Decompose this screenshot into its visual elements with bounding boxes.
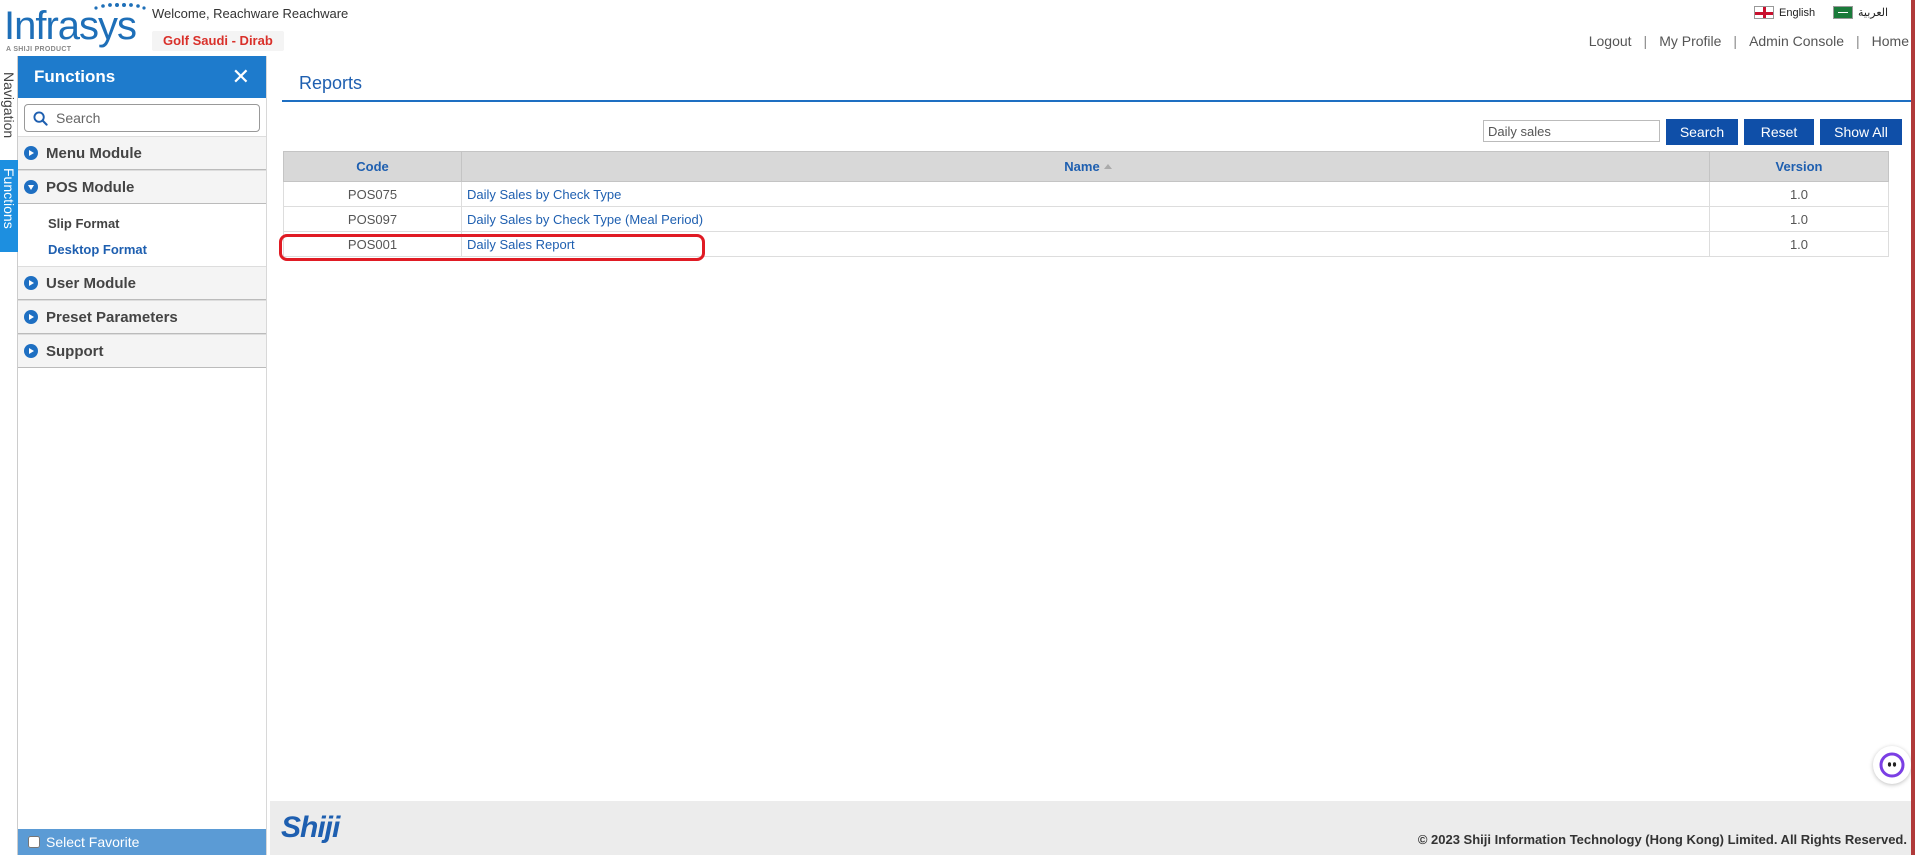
table-row[interactable]: POS001 Daily Sales Report 1.0 bbox=[283, 231, 1889, 257]
sort-ascending-icon bbox=[1103, 164, 1112, 169]
sidebar-search bbox=[24, 104, 260, 132]
functions-sidebar: Functions ✕ Menu Module POS Module Slip … bbox=[18, 56, 267, 855]
expand-arrow-icon bbox=[24, 146, 38, 160]
flag-uk-icon bbox=[1754, 6, 1774, 19]
infrasys-logo[interactable]: Infrasys A SHIJI PRODUCT bbox=[4, 2, 150, 54]
sidebar-header: Functions ✕ bbox=[18, 56, 266, 98]
window-edge bbox=[1911, 0, 1915, 855]
pos-module[interactable]: POS Module bbox=[18, 170, 266, 204]
logout-link[interactable]: Logout bbox=[1589, 33, 1632, 49]
tab-functions[interactable]: Functions bbox=[0, 160, 18, 252]
tab-navigation[interactable]: Navigation bbox=[0, 64, 18, 146]
row-version: 1.0 bbox=[1709, 231, 1889, 257]
logo-text: Infrasys bbox=[4, 4, 137, 48]
flag-saudi-icon bbox=[1833, 6, 1853, 19]
row-code: POS075 bbox=[283, 181, 462, 207]
table-header-row: Code Name Version bbox=[283, 151, 1889, 182]
column-header-name[interactable]: Name bbox=[461, 151, 1710, 182]
nav-separator: | bbox=[1856, 33, 1860, 49]
nav-separator: | bbox=[1733, 33, 1738, 49]
row-version: 1.0 bbox=[1709, 206, 1889, 232]
title-divider bbox=[282, 100, 1915, 102]
menu-module-label: Menu Module bbox=[46, 144, 142, 162]
language-english[interactable]: English bbox=[1754, 6, 1815, 19]
table-row[interactable]: POS097 Daily Sales by Check Type (Meal P… bbox=[283, 206, 1889, 232]
report-link[interactable]: Daily Sales by Check Type bbox=[467, 187, 621, 202]
column-header-version-label: Version bbox=[1775, 159, 1823, 174]
logo-subtitle: A SHIJI PRODUCT bbox=[6, 46, 72, 53]
close-icon[interactable]: ✕ bbox=[232, 66, 250, 88]
select-favorite-bar: Select Favorite bbox=[18, 829, 266, 855]
app-header: Infrasys A SHIJI PRODUCT Welcome, Reachw… bbox=[0, 0, 1915, 56]
menu-module[interactable]: Menu Module bbox=[18, 136, 266, 170]
preset-parameters-label: Preset Parameters bbox=[46, 308, 178, 326]
row-version: 1.0 bbox=[1709, 181, 1889, 207]
my-profile-link[interactable]: My Profile bbox=[1659, 33, 1721, 49]
page-footer: Shiji © 2023 Shiji Information Technolog… bbox=[270, 801, 1915, 855]
language-arabic-label: العربية bbox=[1858, 7, 1889, 19]
sidebar-search-input[interactable] bbox=[56, 110, 246, 126]
report-link[interactable]: Daily Sales Report bbox=[467, 237, 575, 252]
home-link[interactable]: Home bbox=[1872, 33, 1909, 49]
expand-arrow-icon bbox=[24, 276, 38, 290]
row-code: POS001 bbox=[283, 231, 462, 257]
report-link[interactable]: Daily Sales by Check Type (Meal Period) bbox=[467, 212, 703, 227]
row-code: POS097 bbox=[283, 206, 462, 232]
language-english-label: English bbox=[1779, 6, 1816, 19]
pos-module-label: POS Module bbox=[46, 178, 135, 196]
nav-separator: | bbox=[1643, 33, 1648, 49]
preset-parameters-module[interactable]: Preset Parameters bbox=[18, 300, 266, 334]
sidebar-title: Functions bbox=[34, 67, 116, 86]
welcome-text: Welcome, Reachware Reachware bbox=[152, 6, 349, 21]
reset-button[interactable]: Reset bbox=[1744, 119, 1814, 145]
column-header-version[interactable]: Version bbox=[1709, 151, 1889, 182]
shiji-logo: Shiji bbox=[281, 811, 340, 844]
pos-module-items: Slip Format Desktop Format bbox=[18, 204, 266, 266]
row-name-cell: Daily Sales Report bbox=[461, 231, 1710, 257]
row-name-cell: Daily Sales by Check Type (Meal Period) bbox=[461, 206, 1710, 232]
select-favorite-label: Select Favorite bbox=[46, 834, 140, 850]
search-icon bbox=[33, 110, 48, 126]
column-header-name-label: Name bbox=[1064, 159, 1100, 174]
expand-arrow-icon bbox=[24, 310, 38, 324]
property-selector[interactable]: Golf Saudi - Dirab bbox=[152, 31, 284, 51]
admin-console-link[interactable]: Admin Console bbox=[1749, 33, 1844, 49]
support-module[interactable]: Support bbox=[18, 334, 266, 368]
user-module-label: User Module bbox=[46, 274, 137, 292]
select-favorite-checkbox[interactable] bbox=[28, 836, 40, 848]
column-header-code-label: Code bbox=[356, 159, 389, 174]
assistant-bubble[interactable] bbox=[1873, 746, 1911, 784]
user-module[interactable]: User Module bbox=[18, 266, 266, 300]
column-header-code[interactable]: Code bbox=[283, 151, 462, 182]
sidebar-item-slip-format[interactable]: Slip Format bbox=[18, 210, 266, 236]
copyright-text: © 2023 Shiji Information Technology (Hon… bbox=[1417, 832, 1907, 847]
sidebar-item-desktop-format[interactable]: Desktop Format bbox=[18, 236, 266, 262]
report-search-input[interactable] bbox=[1483, 120, 1660, 142]
collapse-arrow-icon bbox=[24, 180, 38, 194]
main-content: Reports Search Reset Show All Code Name … bbox=[270, 56, 1915, 801]
vertical-tab-strip: Navigation Functions bbox=[0, 56, 18, 855]
page-title: Reports bbox=[299, 73, 363, 93]
top-navigation: Logout | My Profile | Admin Console | Ho… bbox=[1589, 33, 1909, 49]
row-name-cell: Daily Sales by Check Type bbox=[461, 181, 1710, 207]
expand-arrow-icon bbox=[24, 344, 38, 358]
search-button[interactable]: Search bbox=[1666, 119, 1738, 145]
show-all-button[interactable]: Show All bbox=[1820, 119, 1902, 145]
table-row[interactable]: POS075 Daily Sales by Check Type 1.0 bbox=[283, 181, 1889, 207]
support-label: Support bbox=[46, 342, 104, 360]
reports-table: Code Name Version POS075 Daily Sales by … bbox=[283, 151, 1889, 257]
language-arabic[interactable]: العربية bbox=[1833, 6, 1888, 19]
chatbot-icon bbox=[1879, 752, 1905, 778]
